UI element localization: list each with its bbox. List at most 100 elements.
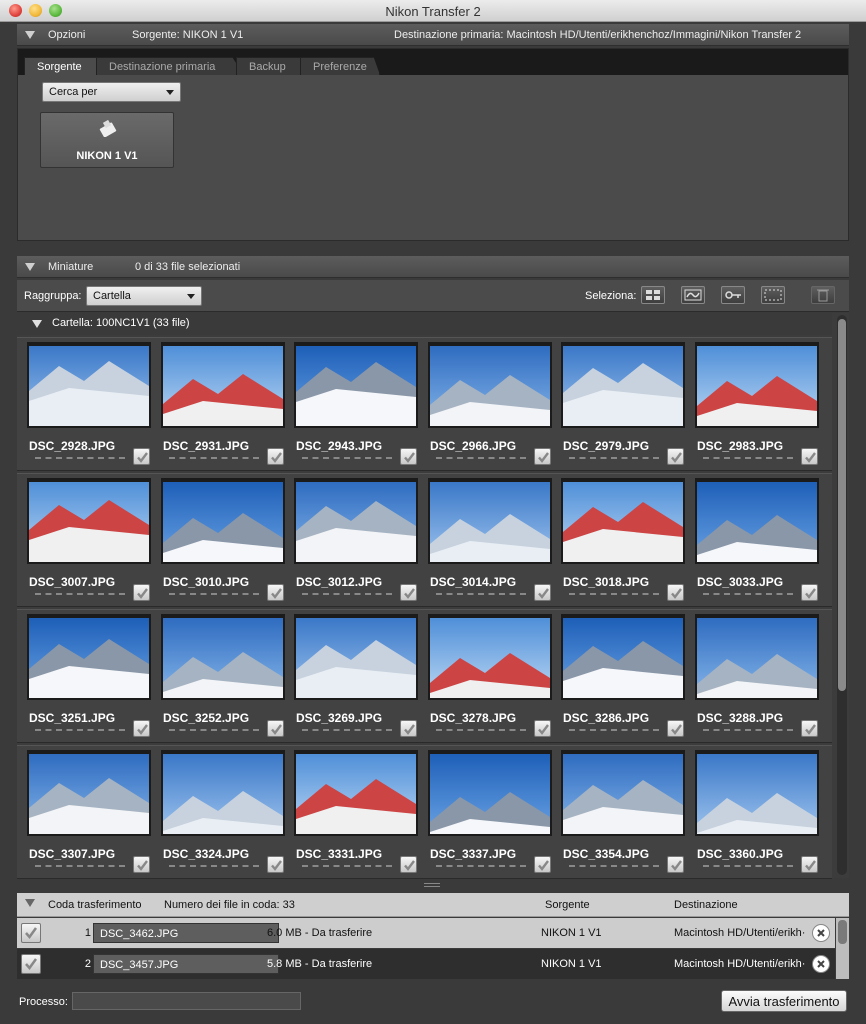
rating-placeholder[interactable] <box>703 457 793 459</box>
search-by-select[interactable]: Cerca per <box>42 82 181 102</box>
thumbnail-image[interactable] <box>430 482 550 562</box>
tab-sorgente[interactable]: Sorgente <box>24 57 104 75</box>
queue-row-checkbox[interactable] <box>21 954 41 974</box>
rating-placeholder[interactable] <box>302 457 392 459</box>
thumbnail-image[interactable] <box>563 618 683 698</box>
thumbnail-checkbox[interactable] <box>133 720 150 737</box>
thumbnail-item[interactable]: DSC_3252.JPG <box>157 610 287 744</box>
thumbnail-image[interactable] <box>563 482 683 562</box>
rating-placeholder[interactable] <box>35 457 125 459</box>
select-none-button[interactable] <box>761 286 785 304</box>
folder-header[interactable]: Cartella: 100NC1V1 (33 file) <box>17 313 832 335</box>
rating-placeholder[interactable] <box>703 593 793 595</box>
thumbnail-checkbox[interactable] <box>400 856 417 873</box>
thumbnail-checkbox[interactable] <box>801 584 818 601</box>
thumbnail-item[interactable]: DSC_3278.JPG <box>424 610 554 744</box>
thumbnail-checkbox[interactable] <box>667 448 684 465</box>
rating-placeholder[interactable] <box>569 865 659 867</box>
thumbnail-checkbox[interactable] <box>267 856 284 873</box>
thumbnail-image[interactable] <box>29 754 149 834</box>
thumbnail-checkbox[interactable] <box>801 448 818 465</box>
rating-placeholder[interactable] <box>436 729 526 731</box>
rating-placeholder[interactable] <box>569 457 659 459</box>
thumbnail-checkbox[interactable] <box>267 448 284 465</box>
rating-placeholder[interactable] <box>169 593 259 595</box>
remove-from-queue-button[interactable] <box>812 924 830 942</box>
thumbnail-checkbox[interactable] <box>133 448 150 465</box>
thumbnail-item[interactable]: DSC_3033.JPG <box>691 474 821 608</box>
thumbnail-item[interactable]: DSC_3354.JPG <box>557 746 687 880</box>
queue-scrollbar[interactable] <box>836 918 849 979</box>
disclosure-triangle-icon[interactable] <box>25 899 35 907</box>
thumbnail-item[interactable]: DSC_3337.JPG <box>424 746 554 880</box>
thumbnail-item[interactable]: DSC_3288.JPG <box>691 610 821 744</box>
thumbnail-item[interactable]: DSC_3010.JPG <box>157 474 287 608</box>
thumbnail-item[interactable]: DSC_3007.JPG <box>23 474 153 608</box>
thumbnail-image[interactable] <box>697 482 817 562</box>
thumbnail-item[interactable]: DSC_3012.JPG <box>290 474 420 608</box>
thumbnail-image[interactable] <box>29 346 149 426</box>
thumbnail-image[interactable] <box>697 754 817 834</box>
queue-row[interactable]: 1 DSC_3462.JPG 6.0 MB - Da trasferire NI… <box>17 918 835 948</box>
options-section-header[interactable]: Opzioni Sorgente: NIKON 1 V1 Destinazion… <box>17 24 849 46</box>
thumbnail-checkbox[interactable] <box>267 720 284 737</box>
panel-splitter[interactable] <box>0 880 866 890</box>
select-all-button[interactable] <box>641 286 665 304</box>
rating-placeholder[interactable] <box>169 457 259 459</box>
thumbnail-checkbox[interactable] <box>400 720 417 737</box>
disclosure-triangle-icon[interactable] <box>32 320 42 328</box>
disclosure-triangle-icon[interactable] <box>25 31 35 39</box>
thumbnail-item[interactable]: DSC_3307.JPG <box>23 746 153 880</box>
select-key-button[interactable] <box>721 286 745 304</box>
thumbnail-checkbox[interactable] <box>267 584 284 601</box>
scrollbar-thumb[interactable] <box>838 920 847 944</box>
thumbnail-checkbox[interactable] <box>667 584 684 601</box>
thumbnail-item[interactable]: DSC_2943.JPG <box>290 338 420 472</box>
thumbnail-item[interactable]: DSC_2979.JPG <box>557 338 687 472</box>
thumbnail-image[interactable] <box>430 618 550 698</box>
queue-row[interactable]: 2 DSC_3457.JPG 5.8 MB - Da trasferire NI… <box>17 949 835 979</box>
thumbnail-image[interactable] <box>296 482 416 562</box>
thumbnail-image[interactable] <box>163 346 283 426</box>
disclosure-triangle-icon[interactable] <box>25 263 35 271</box>
thumbnail-image[interactable] <box>563 754 683 834</box>
thumbnail-checkbox[interactable] <box>400 448 417 465</box>
thumbnail-item[interactable]: DSC_3286.JPG <box>557 610 687 744</box>
thumbnail-checkbox[interactable] <box>534 720 551 737</box>
tab-destinazione-primaria[interactable]: Destinazione primaria <box>96 57 244 75</box>
thumbnail-checkbox[interactable] <box>801 720 818 737</box>
tab-preferenze[interactable]: Preferenze <box>300 57 380 75</box>
group-select[interactable]: Cartella <box>86 286 202 306</box>
splitter-grip-icon[interactable] <box>424 883 440 887</box>
rating-placeholder[interactable] <box>35 729 125 731</box>
thumbnail-image[interactable] <box>29 482 149 562</box>
tab-backup[interactable]: Backup <box>236 57 306 75</box>
thumbnail-checkbox[interactable] <box>667 720 684 737</box>
thumbnail-item[interactable]: DSC_2966.JPG <box>424 338 554 472</box>
thumbnail-checkbox[interactable] <box>534 448 551 465</box>
thumbnail-item[interactable]: DSC_3018.JPG <box>557 474 687 608</box>
remove-from-queue-button[interactable] <box>812 955 830 973</box>
thumbnail-image[interactable] <box>163 754 283 834</box>
thumbnail-item[interactable]: DSC_3331.JPG <box>290 746 420 880</box>
rating-placeholder[interactable] <box>302 593 392 595</box>
thumbnail-item[interactable]: DSC_3269.JPG <box>290 610 420 744</box>
thumbnail-image[interactable] <box>163 618 283 698</box>
rating-placeholder[interactable] <box>703 865 793 867</box>
thumbnail-scrollbar[interactable] <box>837 315 847 875</box>
rating-placeholder[interactable] <box>302 729 392 731</box>
rating-placeholder[interactable] <box>169 729 259 731</box>
start-transfer-button[interactable]: Avvia trasferimento <box>721 990 847 1012</box>
thumbnail-item[interactable]: DSC_3360.JPG <box>691 746 821 880</box>
rating-placeholder[interactable] <box>569 729 659 731</box>
rating-placeholder[interactable] <box>436 865 526 867</box>
delete-button[interactable] <box>811 286 835 304</box>
queue-row-checkbox[interactable] <box>21 923 41 943</box>
rating-placeholder[interactable] <box>35 593 125 595</box>
thumbnail-checkbox[interactable] <box>534 856 551 873</box>
thumbnail-image[interactable] <box>29 618 149 698</box>
rating-placeholder[interactable] <box>436 457 526 459</box>
thumbnail-image[interactable] <box>296 618 416 698</box>
rating-placeholder[interactable] <box>436 593 526 595</box>
thumbnail-image[interactable] <box>430 754 550 834</box>
